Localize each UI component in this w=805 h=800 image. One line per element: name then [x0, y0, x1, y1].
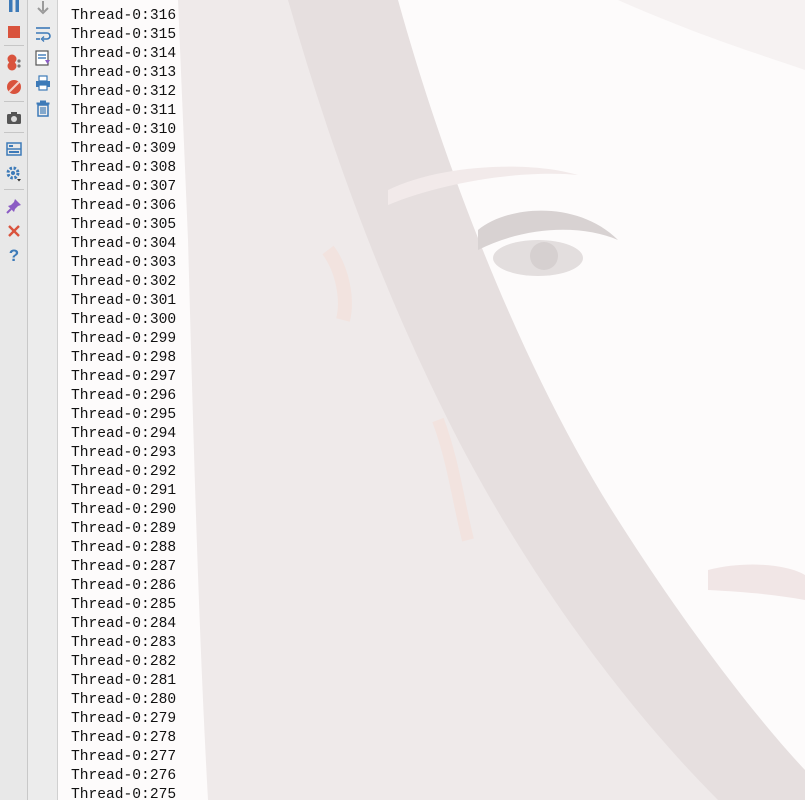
restore-layout-icon: [6, 142, 22, 156]
console-line: Thread-0:303: [71, 255, 177, 271]
close-icon: [8, 225, 20, 237]
trash-icon: [36, 100, 50, 117]
soft-wrap-icon: [36, 27, 51, 42]
console-line: Thread-0:315: [71, 27, 177, 43]
console-line: Thread-0:285: [71, 597, 177, 613]
console-line: Thread-0:307: [71, 179, 177, 195]
console-line: Thread-0:276: [71, 768, 177, 784]
debug-toolbar: ?: [0, 0, 28, 800]
console-line: Thread-0:311: [71, 103, 177, 119]
console-line: Thread-0:293: [71, 445, 177, 461]
console-line: Thread-0:278: [71, 730, 177, 746]
console-line: Thread-0:292: [71, 464, 177, 480]
console-line: Thread-0:299: [71, 331, 177, 347]
view-breakpoints-icon: [7, 54, 21, 71]
stop-icon: [8, 26, 20, 38]
console-line: Thread-0:282: [71, 654, 177, 670]
clear-all-button[interactable]: [32, 97, 54, 119]
pin-tab-button[interactable]: [3, 195, 25, 217]
console-line: Thread-0:298: [71, 350, 177, 366]
console-line: Thread-0:312: [71, 84, 177, 100]
console-line: Thread-0:280: [71, 692, 177, 708]
print-button[interactable]: [32, 72, 54, 94]
console-line: Thread-0:313: [71, 65, 177, 81]
console-line: Thread-0:289: [71, 521, 177, 537]
console-line: Thread-0:296: [71, 388, 177, 404]
console-line: Thread-0:287: [71, 559, 177, 575]
console-line: Thread-0:302: [71, 274, 177, 290]
console-line: Thread-0:308: [71, 160, 177, 176]
scroll-to-end-icon: [35, 50, 50, 66]
toolbar-separator: [4, 132, 24, 133]
console-line: Thread-0:314: [71, 46, 177, 62]
scroll-down-icon: [37, 1, 49, 15]
console-line: Thread-0:306: [71, 198, 177, 214]
console-line: Thread-0:304: [71, 236, 177, 252]
console-line: Thread-0:291: [71, 483, 177, 499]
settings-button[interactable]: [3, 163, 25, 185]
console-line: Thread-0:310: [71, 122, 177, 138]
restore-layout-button[interactable]: [3, 138, 25, 160]
help-icon: ?: [8, 246, 20, 265]
console-toolbar: [28, 0, 58, 800]
view-breakpoints-button[interactable]: [3, 51, 25, 73]
console-line: Thread-0:317: [71, 0, 176, 7]
stop-button[interactable]: [3, 21, 25, 43]
console-line: Thread-0:294: [71, 426, 177, 442]
print-icon: [36, 75, 50, 91]
close-button[interactable]: [3, 220, 25, 242]
console-line: Thread-0:284: [71, 616, 177, 632]
console-line: Thread-0:283: [71, 635, 177, 651]
console-line: Thread-0:286: [71, 578, 177, 594]
down-button[interactable]: [32, 0, 54, 18]
mute-breakpoints-button[interactable]: [3, 76, 25, 98]
console-line: Thread-0:275: [71, 787, 177, 800]
console-line: Thread-0:300: [71, 312, 177, 328]
pause-icon: [9, 0, 19, 12]
console-line: Thread-0:309: [71, 141, 177, 157]
pin-icon: [6, 199, 21, 214]
console-output[interactable]: Thread-0:317Thread-0:316 Thread-0:315 Thre…: [58, 0, 805, 800]
settings-icon: [6, 166, 21, 182]
console-line: Thread-0:288: [71, 540, 177, 556]
console-line: Thread-0:316: [71, 8, 177, 24]
console-line: Thread-0:297: [71, 369, 177, 385]
console-line-list: Thread-0:317Thread-0:316 Thread-0:315 Thre…: [71, 0, 176, 800]
console-line: Thread-0:279: [71, 711, 177, 727]
get-thread-dump-button[interactable]: [3, 107, 25, 129]
toolbar-separator: [4, 101, 24, 102]
console-line: Thread-0:301: [71, 293, 177, 309]
console-line: Thread-0:277: [71, 749, 177, 765]
console-line: Thread-0:295: [71, 407, 177, 423]
pause-button[interactable]: [3, 0, 25, 17]
camera-icon: [7, 112, 21, 124]
soft-wrap-button[interactable]: [32, 22, 54, 44]
console-line: Thread-0:281: [71, 673, 177, 689]
console-line: Thread-0:290: [71, 502, 177, 518]
toolbar-separator: [4, 45, 24, 46]
mute-breakpoints-icon: [7, 80, 21, 94]
toolbar-separator: [4, 189, 24, 190]
help-button[interactable]: ?: [3, 245, 25, 267]
scroll-to-end-button[interactable]: [32, 47, 54, 69]
console-line: Thread-0:305: [71, 217, 177, 233]
